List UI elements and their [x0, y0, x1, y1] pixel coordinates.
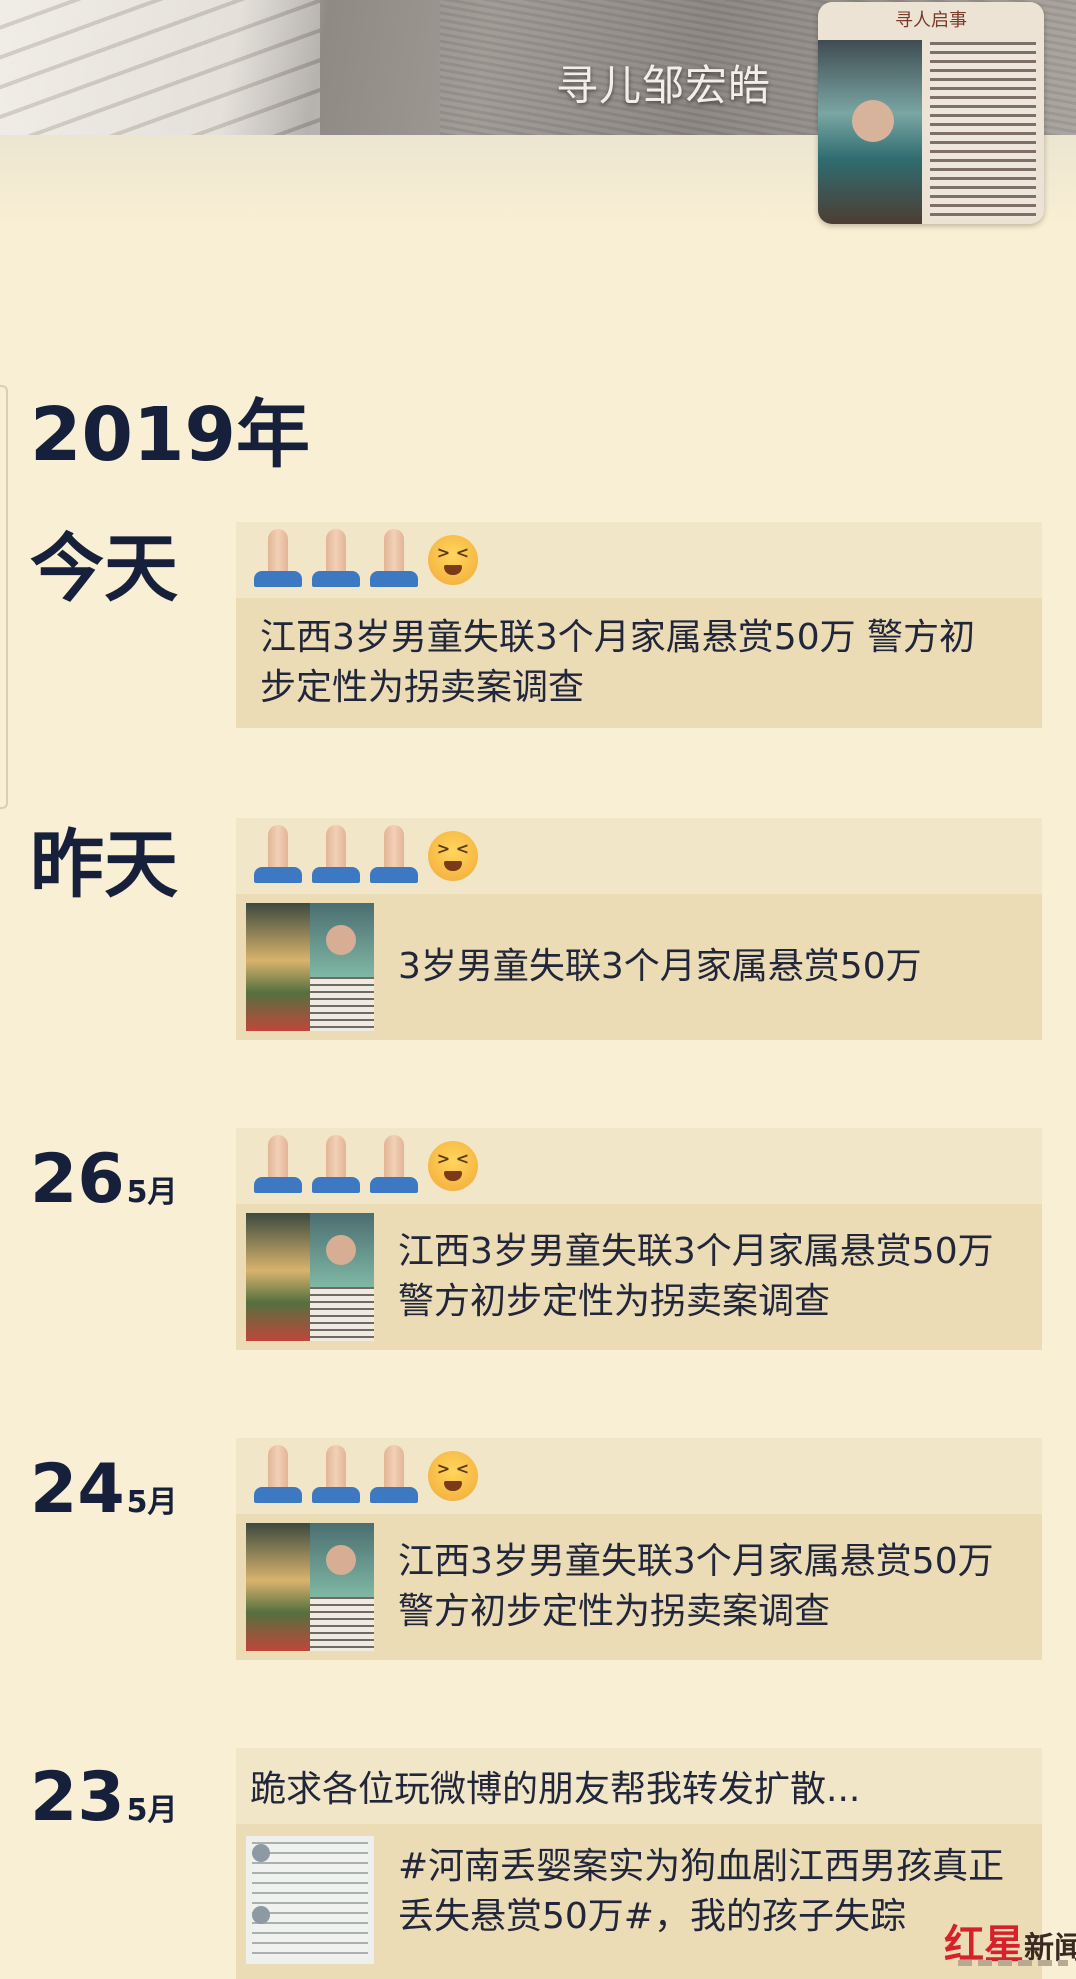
- shared-link-thumbnail: [246, 1523, 374, 1651]
- shared-link-thumbnail: [246, 903, 374, 1031]
- shared-link-title: 江西3岁男童失联3个月家属悬赏50万 警方初步定性为拐卖案调查: [398, 1541, 994, 1632]
- folded-hands-icon: [308, 1445, 364, 1507]
- entry-date-day: 23: [30, 1758, 125, 1837]
- entry-date-month: 5月: [126, 1793, 178, 1828]
- folded-hands-icon: [366, 825, 422, 887]
- entry-date-day: 26: [30, 1140, 125, 1219]
- avatar[interactable]: 寻人启事: [818, 2, 1044, 224]
- timeline-year: 2019年: [30, 392, 310, 478]
- folded-hands-icon: [308, 529, 364, 591]
- moment-post[interactable]: 江西3岁男童失联3个月家属悬赏50万 警方初步定性为拐卖案调查: [236, 1128, 1042, 1350]
- shared-link-thumbnail: [246, 1836, 374, 1964]
- shared-link-card[interactable]: 3岁男童失联3个月家属悬赏50万: [236, 894, 1042, 1040]
- avatar-poster-title: 寻人启事: [895, 10, 967, 31]
- shared-link-thumbnail: [246, 1213, 374, 1341]
- moment-post[interactable]: 3岁男童失联3个月家属悬赏50万: [236, 818, 1042, 1040]
- shared-link-card[interactable]: 江西3岁男童失联3个月家属悬赏50万 警方初步定性为拐卖案调查: [236, 1514, 1042, 1660]
- folded-hands-icon: [250, 529, 306, 591]
- profile-nickname: 寻儿邹宏皓: [556, 61, 772, 110]
- crying-face-icon: [428, 1451, 478, 1501]
- shared-link-title: 江西3岁男童失联3个月家属悬赏50万 警方初步定性为拐卖案调查: [398, 1231, 994, 1322]
- entry-date: 265月: [30, 1146, 178, 1214]
- shared-link-card[interactable]: 江西3岁男童失联3个月家属悬赏50万 警方初步定性为拐卖案调查: [236, 1204, 1042, 1350]
- entry-date-month: 5月: [126, 1175, 178, 1210]
- folded-hands-icon: [366, 1135, 422, 1197]
- watermark-underline: [958, 1960, 1068, 1966]
- moment-post[interactable]: 跪求各位玩微博的朋友帮我转发扩散... #河南丢婴案实为狗血剧江西男孩真正丢失悬…: [236, 1748, 1042, 1979]
- entry-date-today: 今天: [30, 526, 178, 612]
- folded-hands-icon: [250, 1135, 306, 1197]
- post-text: 跪求各位玩微博的朋友帮我转发扩散...: [250, 1769, 861, 1810]
- folded-hands-icon: [366, 1445, 422, 1507]
- post-emoji-row: [236, 818, 1042, 894]
- moment-post[interactable]: 江西3岁男童失联3个月家属悬赏50万 警方初步定性为拐卖案调查: [236, 522, 1042, 728]
- shared-link-title: #河南丢婴案实为狗血剧江西男孩真正丢失悬赏50万#，我的孩子失踪: [398, 1846, 1005, 1937]
- moment-post[interactable]: 江西3岁男童失联3个月家属悬赏50万 警方初步定性为拐卖案调查: [236, 1438, 1042, 1660]
- folded-hands-icon: [308, 825, 364, 887]
- side-scroll-indicator: [0, 385, 8, 809]
- folded-hands-icon: [308, 1135, 364, 1197]
- crying-face-icon: [428, 831, 478, 881]
- entry-date-month: 5月: [126, 1485, 178, 1520]
- folded-hands-icon: [250, 1445, 306, 1507]
- avatar-poster-text: [930, 42, 1036, 218]
- entry-date-yesterday: 昨天: [30, 822, 178, 908]
- folded-hands-icon: [366, 529, 422, 591]
- folded-hands-icon: [250, 825, 306, 887]
- shared-link-title: 江西3岁男童失联3个月家属悬赏50万 警方初步定性为拐卖案调查: [260, 617, 976, 708]
- avatar-poster-photo: [818, 40, 922, 224]
- shared-link-title: 3岁男童失联3个月家属悬赏50万: [398, 946, 922, 987]
- entry-date: 245月: [30, 1456, 178, 1524]
- post-emoji-row: [236, 522, 1042, 598]
- crying-face-icon: [428, 535, 478, 585]
- shared-link-card[interactable]: #河南丢婴案实为狗血剧江西男孩真正丢失悬赏50万#，我的孩子失踪: [236, 1824, 1042, 1979]
- crying-face-icon: [428, 1141, 478, 1191]
- shared-link-card[interactable]: 江西3岁男童失联3个月家属悬赏50万 警方初步定性为拐卖案调查: [236, 598, 1042, 728]
- entry-date: 235月: [30, 1764, 178, 1832]
- entry-date-day: 24: [30, 1450, 125, 1529]
- post-emoji-row: [236, 1438, 1042, 1514]
- post-emoji-row: [236, 1128, 1042, 1204]
